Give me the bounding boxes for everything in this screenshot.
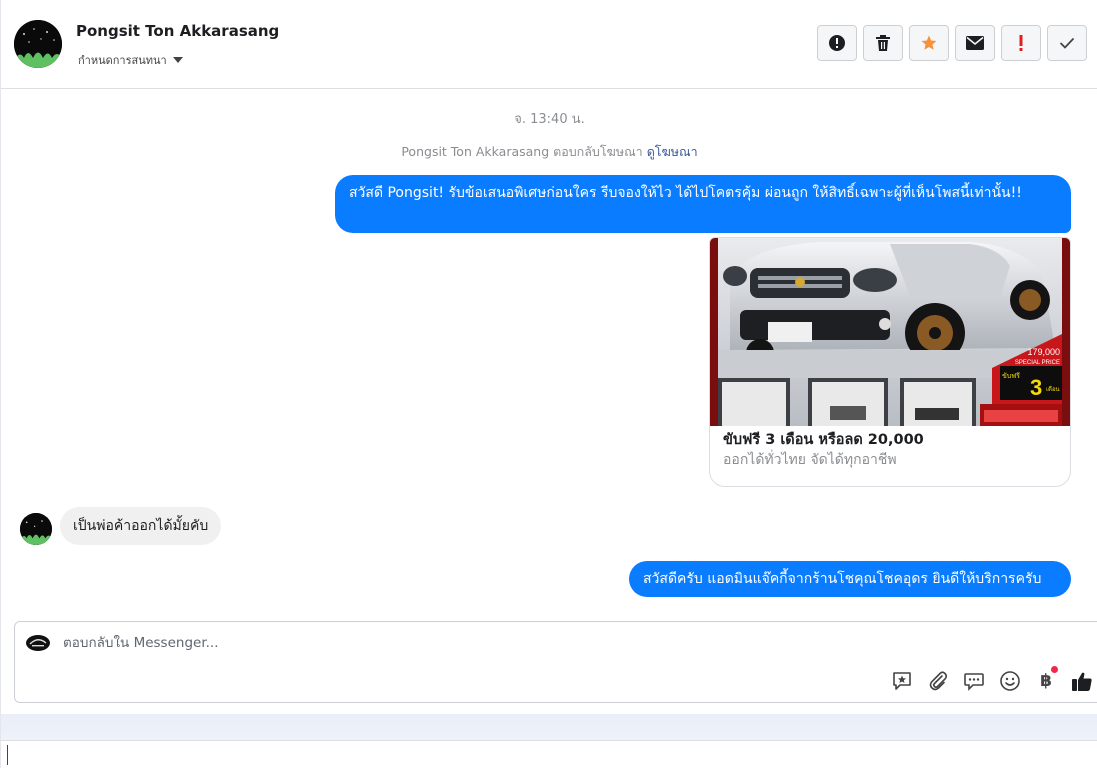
report-spam-button[interactable] <box>817 25 857 61</box>
star-icon <box>921 35 937 50</box>
exclamation-icon <box>1019 35 1023 51</box>
ad-subtitle: ออกได้ทั่วไทย จัดได้ทุกอาชีพ <box>723 452 897 468</box>
paperclip-icon <box>929 671 948 691</box>
contact-avatar[interactable] <box>14 20 62 68</box>
attach-button[interactable] <box>926 669 950 693</box>
ad-image-months-num: 3 <box>1030 375 1042 400</box>
delete-button[interactable] <box>863 25 903 61</box>
thread-actions <box>817 25 1087 61</box>
payment-button[interactable]: ฿ <box>1034 666 1058 693</box>
quick-replies-button[interactable] <box>962 669 986 693</box>
sender-avatar <box>20 513 52 545</box>
reply-input[interactable] <box>63 635 763 651</box>
bottom-bar <box>1 740 1097 769</box>
inbox-thread-panel: Pongsit Ton Akkarasang กำหนดการสนทนา จ. … <box>0 0 1097 769</box>
smiley-icon <box>1000 671 1020 691</box>
reply-note-text: Pongsit Ton Akkarasang ตอบกลับโฆษณา <box>401 144 643 159</box>
text-cursor <box>7 745 8 765</box>
notification-dot <box>1051 666 1058 673</box>
ad-reply-note: Pongsit Ton Akkarasang ตอบกลับโฆษณา ดูโฆ… <box>1 142 1097 162</box>
thumbs-up-icon <box>1072 672 1092 691</box>
message-bubble-incoming[interactable]: เป็นพ่อค้าออกได้มั้ยคับ <box>60 507 222 545</box>
check-icon <box>1059 37 1075 49</box>
mark-done-button[interactable] <box>1047 25 1087 61</box>
saved-reply-button[interactable] <box>890 669 914 693</box>
composer-tools: ฿ <box>890 666 1094 693</box>
reply-composer: ฿ <box>14 621 1097 703</box>
chat-bubbles-icon <box>964 673 984 691</box>
emoji-button[interactable] <box>998 669 1022 693</box>
envelope-icon <box>966 36 984 50</box>
ad-title: ขับฟรี 3 เดือน หรือลด 20,000 <box>723 432 924 448</box>
alert-circle-icon <box>829 35 845 51</box>
trash-icon <box>876 35 890 51</box>
ad-image-free: ขับฟรี <box>1002 372 1020 380</box>
contact-name[interactable]: Pongsit Ton Akkarasang <box>76 22 279 40</box>
baht-icon: ฿ <box>1040 671 1052 691</box>
view-ad-link[interactable]: ดูโฆษณา <box>647 144 698 159</box>
ad-image-special: SPECIAL PRICE <box>1015 360 1060 366</box>
ad-image-months: เดือน <box>1046 385 1060 393</box>
page-avatar <box>26 635 50 651</box>
assign-label: กำหนดการสนทนา <box>78 54 167 67</box>
message-bubble-outgoing[interactable]: สวัสดีครับ แอดมินแจ๊คกี้จากร้านโชคุณโชคอ… <box>629 561 1071 597</box>
message-bubble-outgoing[interactable]: สวัสดี Pongsit! รับข้อเสนอพิเศษก่อนใคร ร… <box>335 175 1071 233</box>
like-button[interactable] <box>1070 669 1094 693</box>
background-band <box>1 714 1097 740</box>
star-button[interactable] <box>909 25 949 61</box>
ad-image: 179,000 SPECIAL PRICE ขับฟรี 3 เดือน <box>710 238 1070 426</box>
time-divider: จ. 13:40 น. <box>514 112 585 127</box>
thread-header: Pongsit Ton Akkarasang กำหนดการสนทนา <box>1 0 1097 89</box>
assign-conversation-dropdown[interactable]: กำหนดการสนทนา <box>78 51 183 69</box>
saved-reply-icon <box>893 672 911 690</box>
mark-important-button[interactable] <box>1001 25 1041 61</box>
mark-unread-button[interactable] <box>955 25 995 61</box>
ad-card[interactable]: 179,000 SPECIAL PRICE ขับฟรี 3 เดือน ขับ… <box>709 237 1071 487</box>
caret-down-icon <box>172 57 183 63</box>
ad-image-price: 179,000 <box>1027 347 1060 357</box>
